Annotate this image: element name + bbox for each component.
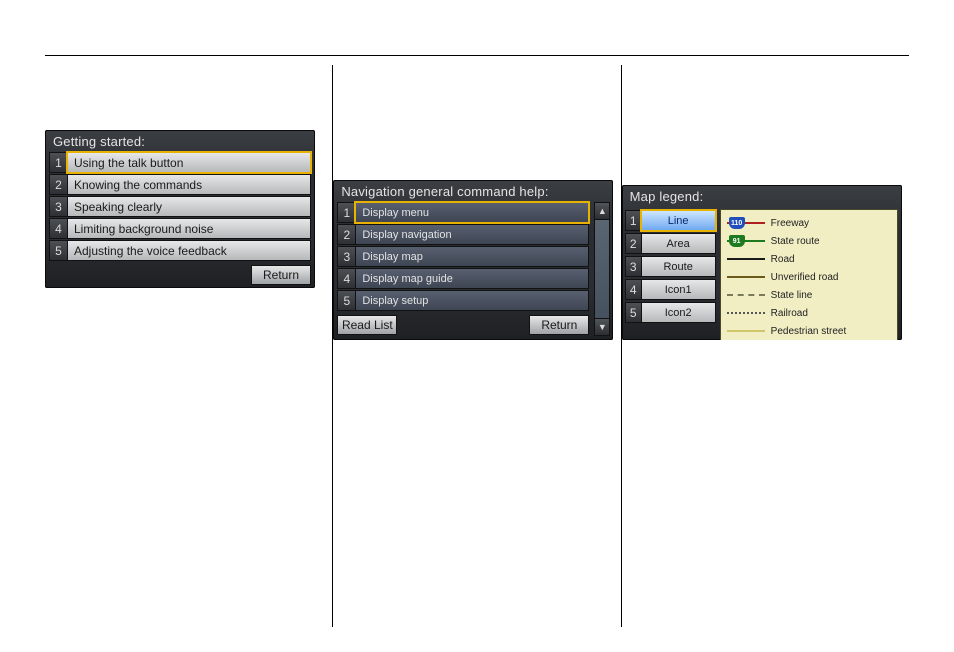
legend-symbol-icon: 91 xyxy=(727,235,765,247)
map-legend-category-list: 1Line2Area3Route4Icon15Icon2 xyxy=(622,206,718,340)
map-legend-area: 110 Freeway 91 State route Road Unverified ro… xyxy=(720,209,898,340)
legend-symbol-icon xyxy=(727,325,765,337)
horizontal-rule xyxy=(45,55,909,56)
list-item-number: 5 xyxy=(49,240,67,261)
list-item-number: 3 xyxy=(49,196,67,217)
list-item[interactable]: 2Knowing the commands xyxy=(49,174,311,195)
legend-label: State line xyxy=(771,290,813,301)
scroll-down-button[interactable]: ▼ xyxy=(594,318,610,336)
list-item-label: Adjusting the voice feedback xyxy=(67,240,311,261)
list-item-number: 3 xyxy=(625,256,641,277)
panel-title: Getting started: xyxy=(45,130,315,151)
nav-command-help-panel: Navigation general command help: 1Displa… xyxy=(333,180,613,340)
list-item-label: Display setup xyxy=(355,290,589,311)
list-item-number: 5 xyxy=(625,302,641,323)
legend-label: Freeway xyxy=(771,218,809,229)
legend-symbol-icon xyxy=(727,253,765,265)
list-item-label: Using the talk button xyxy=(67,152,311,173)
legend-symbol-icon xyxy=(727,289,765,301)
list-item-label: Area xyxy=(641,233,716,254)
columns: Getting started: 1Using the talk button2… xyxy=(45,65,909,627)
legend-symbol-icon xyxy=(727,307,765,319)
list-item-label: Display map guide xyxy=(355,268,589,289)
column-3: Map legend: 1Line2Area3Route4Icon15Icon2… xyxy=(621,65,909,627)
list-item-number: 3 xyxy=(337,246,355,267)
list-item[interactable]: 4Limiting background noise xyxy=(49,218,311,239)
list-item-number: 2 xyxy=(49,174,67,195)
legend-row: Pedestrian street xyxy=(727,322,891,340)
list-item-label: Route xyxy=(641,256,716,277)
scroll-up-button[interactable]: ▲ xyxy=(594,202,610,220)
list-item-number: 4 xyxy=(49,218,67,239)
list-item-label: Icon1 xyxy=(641,279,716,300)
read-list-button[interactable]: Read List xyxy=(337,315,397,335)
list-item[interactable]: 2Display navigation xyxy=(337,224,589,245)
legend-label: Pedestrian street xyxy=(771,326,847,337)
legend-label: Railroad xyxy=(771,308,808,319)
list-item[interactable]: 3Speaking clearly xyxy=(49,196,311,217)
legend-row: Railroad xyxy=(727,304,891,322)
list-item-number: 2 xyxy=(337,224,355,245)
panel-title: Map legend: xyxy=(622,185,902,206)
legend-symbol-icon: 110 xyxy=(727,217,765,229)
list-item-label: Display menu xyxy=(355,202,589,223)
column-1: Getting started: 1Using the talk button2… xyxy=(45,65,332,627)
list-item[interactable]: 5Icon2 xyxy=(625,302,716,323)
list-item-number: 4 xyxy=(337,268,355,289)
list-item[interactable]: 3Display map xyxy=(337,246,589,267)
legend-row: 110 Freeway xyxy=(727,214,891,232)
scrollbar[interactable]: ▲ ▼ xyxy=(594,202,610,336)
list-item[interactable]: 5Display setup xyxy=(337,290,589,311)
legend-label: State route xyxy=(771,236,820,247)
legend-symbol-icon xyxy=(727,271,765,283)
return-button[interactable]: Return xyxy=(529,315,589,335)
column-2: Navigation general command help: 1Displa… xyxy=(332,65,620,627)
list-item-label: Limiting background noise xyxy=(67,218,311,239)
list-item-number: 1 xyxy=(49,152,67,173)
list-item-number: 1 xyxy=(337,202,355,223)
legend-row: State line xyxy=(727,286,891,304)
list-item-label: Icon2 xyxy=(641,302,716,323)
list-item[interactable]: 1Display menu xyxy=(337,202,589,223)
getting-started-list: 1Using the talk button2Knowing the comma… xyxy=(45,152,315,261)
list-item[interactable]: 4Display map guide xyxy=(337,268,589,289)
list-item-number: 2 xyxy=(625,233,641,254)
list-item-label: Display map xyxy=(355,246,589,267)
getting-started-panel: Getting started: 1Using the talk button2… xyxy=(45,130,315,288)
list-item[interactable]: 1Using the talk button xyxy=(49,152,311,173)
list-item-label: Display navigation xyxy=(355,224,589,245)
legend-row: 91 State route xyxy=(727,232,891,250)
list-item-number: 5 xyxy=(337,290,355,311)
map-legend-panel: Map legend: 1Line2Area3Route4Icon15Icon2… xyxy=(622,185,902,340)
legend-row: Unverified road xyxy=(727,268,891,286)
legend-label: Road xyxy=(771,254,795,265)
list-item[interactable]: 3Route xyxy=(625,256,716,277)
list-item[interactable]: 4Icon1 xyxy=(625,279,716,300)
list-item-number: 4 xyxy=(625,279,641,300)
list-item-label: Knowing the commands xyxy=(67,174,311,195)
legend-label: Unverified road xyxy=(771,272,839,283)
list-item[interactable]: 2Area xyxy=(625,233,716,254)
legend-row: Road xyxy=(727,250,891,268)
list-item[interactable]: 1Line xyxy=(625,210,716,231)
list-item-label: Speaking clearly xyxy=(67,196,311,217)
list-item-number: 1 xyxy=(625,210,641,231)
panel-title: Navigation general command help: xyxy=(333,180,613,201)
scroll-track[interactable] xyxy=(594,220,610,318)
return-button[interactable]: Return xyxy=(251,265,311,285)
list-item[interactable]: 5Adjusting the voice feedback xyxy=(49,240,311,261)
list-item-label: Line xyxy=(641,210,716,231)
nav-command-list: 1Display menu2Display navigation3Display… xyxy=(333,202,593,311)
